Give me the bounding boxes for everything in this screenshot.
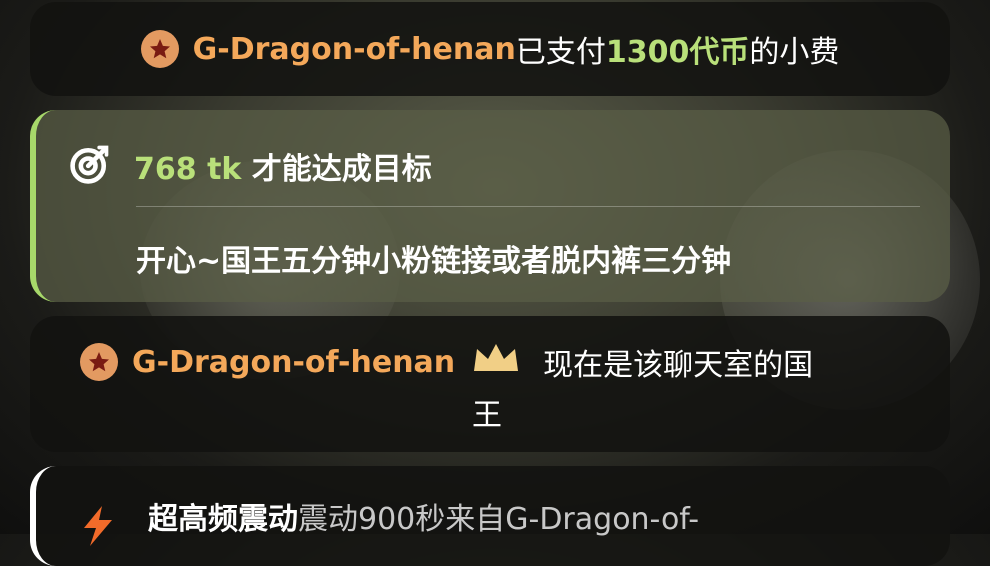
tip-action: 已支付 xyxy=(515,35,606,70)
vibration-notification: 超高频震动震动900秒来自G-Dragon-of- xyxy=(30,466,950,566)
star-icon xyxy=(80,343,118,381)
goal-amount: 768 tk xyxy=(134,152,242,187)
goal-label: 才能达成目标 xyxy=(251,152,432,187)
lightning-icon xyxy=(80,506,116,550)
tip-username[interactable]: G-Dragon-of-henan xyxy=(193,32,516,67)
vibration-title: 超高频震动 xyxy=(148,502,298,537)
goal-description: 开心~国王五分钟小粉链接或者脱内裤三分钟 xyxy=(136,244,732,279)
crown-icon xyxy=(455,341,543,383)
tip-amount: 1300代币 xyxy=(605,35,750,70)
star-icon xyxy=(140,30,179,68)
king-notification: G-Dragon-of-henan 现在是该聊天室的国 王 xyxy=(30,316,950,452)
king-text: 现在是该聊天室的国 xyxy=(543,348,814,383)
divider xyxy=(136,206,920,207)
target-icon xyxy=(68,142,112,190)
tip-suffix: 的小费 xyxy=(749,35,840,70)
vibration-detail: 震动900秒来自G-Dragon-of- xyxy=(298,502,700,537)
king-username[interactable]: G-Dragon-of-henan xyxy=(132,345,455,380)
king-text-continued: 王 xyxy=(472,398,502,433)
tip-notification: G-Dragon-of-henan 已支付 1300代币 的小费 xyxy=(30,2,950,96)
goal-card: 768 tk 才能达成目标 开心~国王五分钟小粉链接或者脱内裤三分钟 xyxy=(30,110,950,302)
